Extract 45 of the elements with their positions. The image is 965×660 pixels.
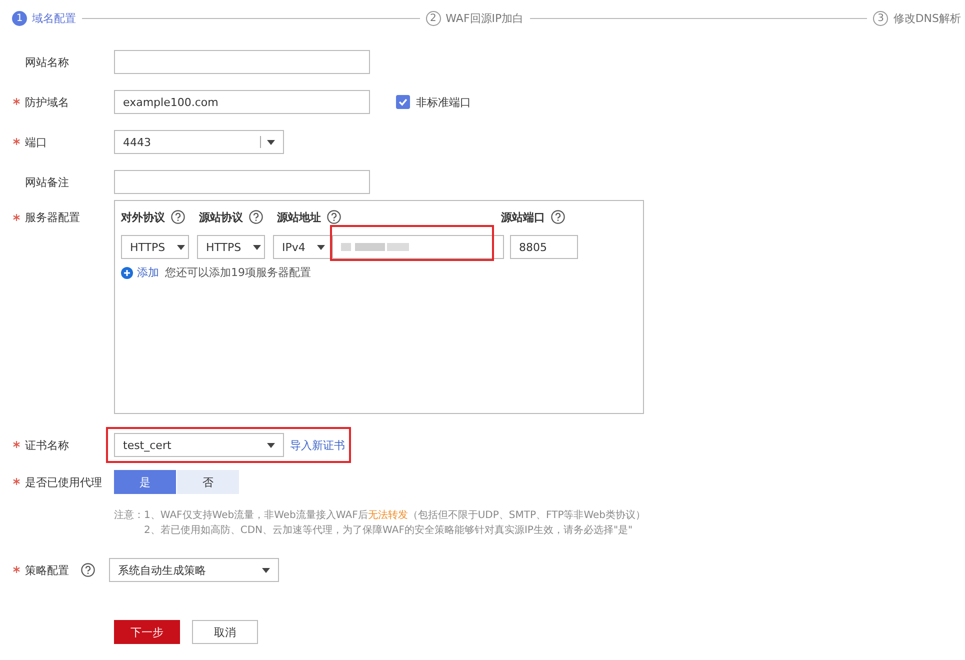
cancel-button[interactable]: 取消 (192, 620, 258, 644)
note-label: 注意： (114, 508, 144, 523)
policy-select[interactable]: 系统自动生成策略 (109, 558, 279, 582)
add-hint: 您还可以添加19项服务器配置 (165, 265, 311, 280)
address-type-select[interactable]: IPv4 (273, 235, 331, 259)
help-icon[interactable] (81, 563, 95, 577)
protocol-select[interactable]: HTTPS (197, 235, 265, 259)
field-label: 网站备注 (25, 174, 69, 190)
next-button[interactable]: 下一步 (114, 620, 180, 644)
step: 2 WAF回源IP加白 (426, 10, 524, 26)
field-label: 是否已使用代理 (25, 474, 102, 490)
add-icon[interactable] (121, 266, 133, 278)
column-header: 源站端口 (501, 210, 545, 224)
note-text: 1、WAF仅支持Web流量，非Web流量接入WAF后无法转发（包括但不限于UDP、SMTP、FTP等非Web类协议） (144, 508, 646, 523)
site-name-field[interactable] (114, 50, 370, 74)
field-label: 策略配置 (25, 562, 69, 578)
address-field[interactable] (332, 235, 504, 259)
blurred-value-drawing (341, 241, 411, 253)
add-link[interactable]: 添加 (137, 265, 159, 280)
import-certificate-link[interactable]: 导入新证书 (290, 438, 345, 452)
protocol-select[interactable]: HTTPS (121, 235, 189, 259)
help-icon[interactable] (171, 210, 185, 224)
column-header: 源站地址 (277, 210, 321, 224)
field-label: 网站名称 (25, 54, 69, 70)
checkbox[interactable] (396, 95, 410, 109)
help-icon[interactable] (327, 210, 341, 224)
help-icon[interactable] (249, 210, 263, 224)
option-button[interactable]: 是 (114, 470, 176, 494)
column-header: 对外协议 (121, 210, 165, 224)
step: 3 修改DNS解析 (873, 10, 962, 26)
remark-field[interactable] (114, 170, 370, 194)
field-label: 服务器配置 (25, 210, 80, 225)
port-select[interactable]: 4443 (114, 130, 284, 154)
field-label: 证书名称 (25, 438, 69, 452)
certificate-select[interactable]: test_cert (114, 433, 284, 457)
field-label: 端口 (25, 134, 47, 150)
domain-field[interactable]: example100.com (114, 90, 370, 114)
help-icon[interactable] (551, 210, 565, 224)
step: 1 域名配置 (12, 10, 76, 26)
option-button[interactable]: 否 (177, 470, 239, 494)
column-header: 源站协议 (199, 210, 243, 224)
field-label: 防护域名 (25, 94, 69, 110)
checkbox-label: 非标准端口 (416, 94, 471, 110)
note-text: 2、若已使用如高防、CDN、云加速等代理，为了保障WAF的安全策略能够针对真实源IP生效，请务必选择"是" (144, 524, 634, 538)
port-field[interactable]: 8805 (510, 235, 578, 259)
